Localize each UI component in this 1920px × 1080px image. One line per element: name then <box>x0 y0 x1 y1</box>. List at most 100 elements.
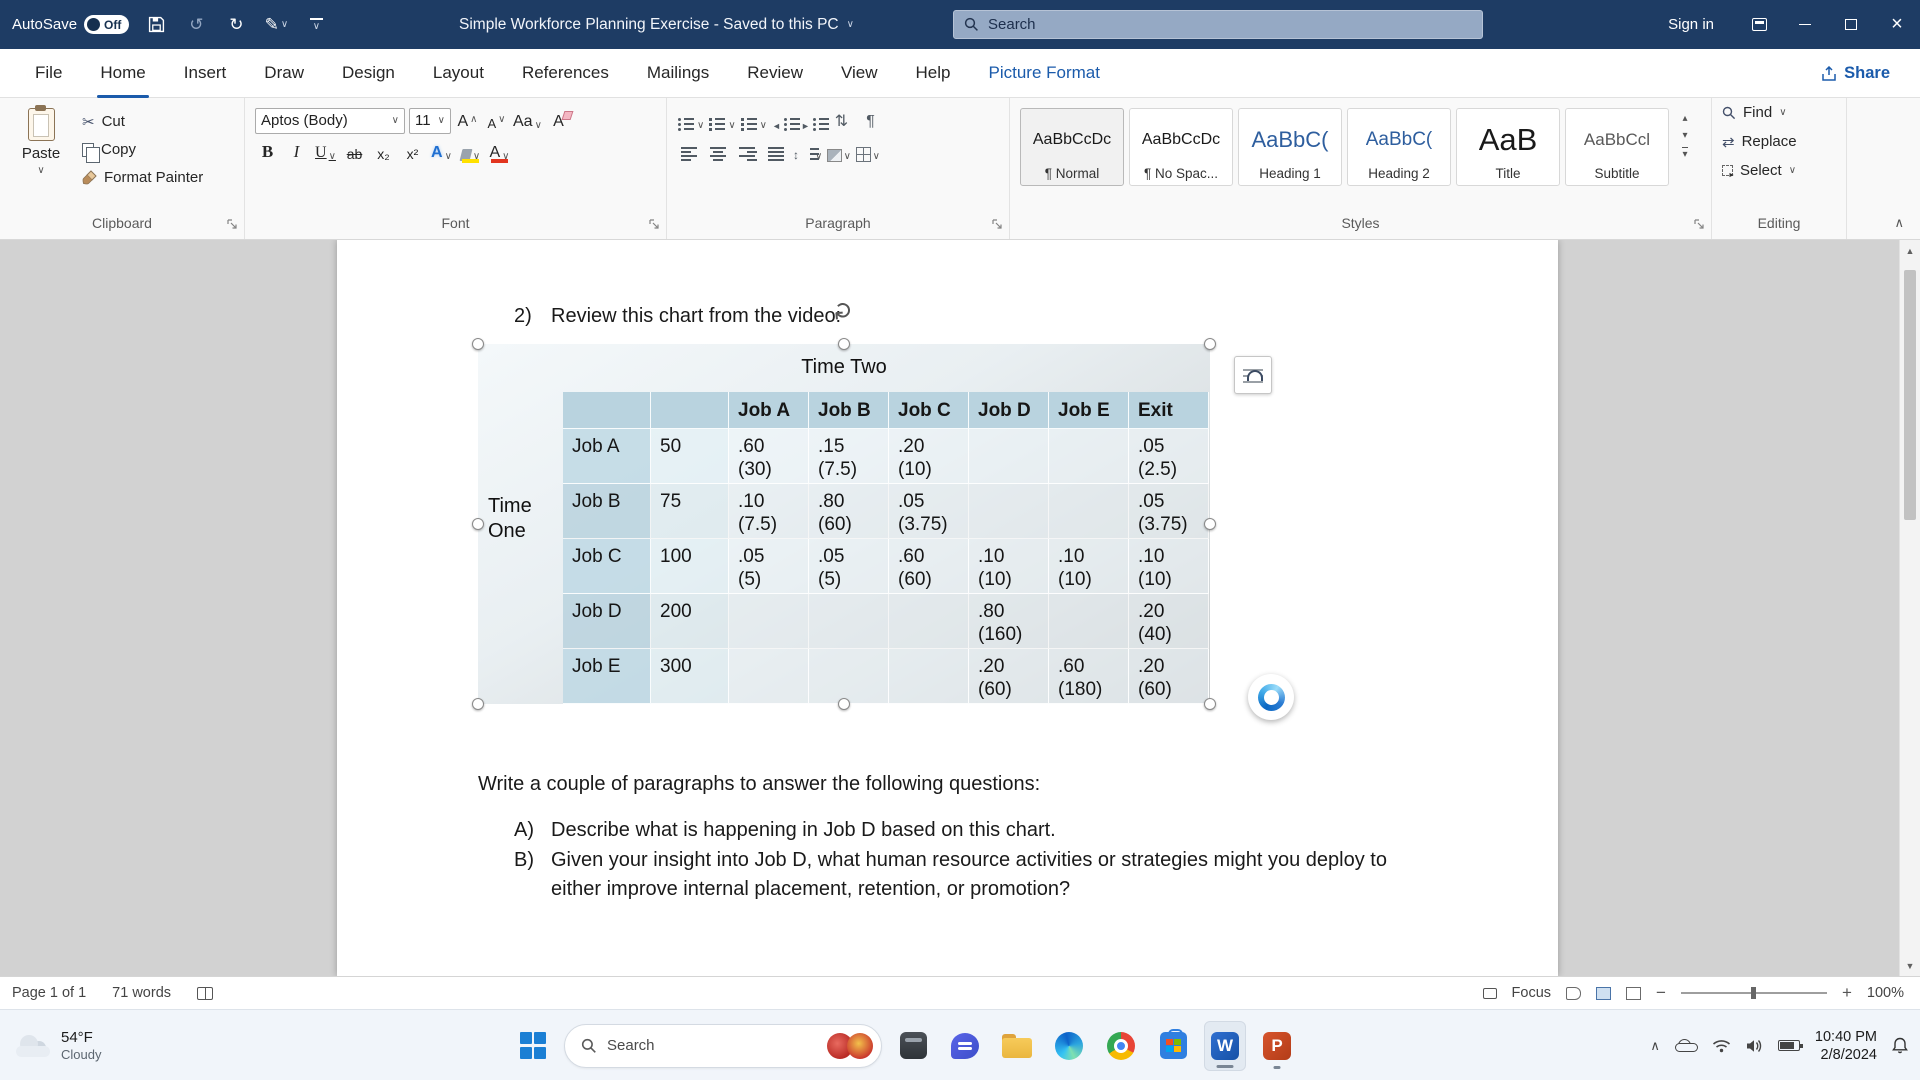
taskbar-app-word[interactable]: W <box>1204 1020 1246 1071</box>
notifications-bell-icon[interactable] <box>1892 1037 1908 1054</box>
decrease-indent-button[interactable]: ◄ <box>771 107 800 134</box>
battery-icon[interactable] <box>1777 1040 1803 1051</box>
print-layout-button[interactable] <box>1596 986 1612 1000</box>
save-button[interactable] <box>143 10 169 40</box>
resize-handle-bottom-right[interactable] <box>1204 698 1216 710</box>
read-mode-button[interactable] <box>1566 986 1582 1000</box>
tab-layout[interactable]: Layout <box>414 49 503 98</box>
grow-font-button[interactable]: A ∧ <box>455 107 480 134</box>
tab-draw[interactable]: Draw <box>245 49 323 98</box>
styles-dialog-launcher[interactable] <box>1694 219 1705 230</box>
style-subtitle[interactable]: AaBbCcl Subtitle <box>1565 108 1669 186</box>
paragraph-dialog-launcher[interactable] <box>992 219 1003 230</box>
tab-review[interactable]: Review <box>728 49 822 98</box>
resize-handle-top-left[interactable] <box>472 338 484 350</box>
styles-scroll-up-button[interactable]: ▴ <box>1682 113 1687 124</box>
web-layout-button[interactable] <box>1626 986 1642 1000</box>
copy-button[interactable]: Copy <box>82 137 203 163</box>
document-title[interactable]: Simple Workforce Planning Exercise - Sav… <box>459 0 854 49</box>
font-color-button[interactable]: A ∨ <box>487 138 512 165</box>
vertical-scrollbar[interactable]: ▲ ▼ <box>1899 240 1920 976</box>
styles-more-button[interactable]: ▾ <box>1682 147 1688 160</box>
paste-button[interactable]: Paste ∨ <box>10 105 72 215</box>
tab-references[interactable]: References <box>503 49 628 98</box>
style-heading-1[interactable]: AaBbC( Heading 1 <box>1238 108 1342 186</box>
onedrive-icon[interactable] <box>1674 1039 1698 1052</box>
tab-help[interactable]: Help <box>897 49 970 98</box>
resize-handle-top-right[interactable] <box>1204 338 1216 350</box>
zoom-slider[interactable] <box>1680 986 1827 999</box>
shrink-font-button[interactable]: A ∨ <box>484 107 509 134</box>
layout-options-button[interactable] <box>1234 356 1272 394</box>
superscript-button[interactable]: x² <box>400 138 425 165</box>
taskbar-app-powerpoint[interactable]: P <box>1256 1021 1298 1071</box>
style-normal[interactable]: AaBbCcDc ¶ Normal <box>1020 108 1124 186</box>
customize-quick-access-button[interactable]: ∨ <box>303 10 329 40</box>
increase-indent-button[interactable]: ► <box>800 107 829 134</box>
style-heading-2[interactable]: AaBbC( Heading 2 <box>1347 108 1451 186</box>
numbered-list-button[interactable]: ∨ <box>708 107 736 134</box>
style-no-spacing[interactable]: AaBbCcDc ¶ No Spac... <box>1129 108 1233 186</box>
clipboard-dialog-launcher[interactable] <box>227 219 238 230</box>
subscript-button[interactable]: x₂ <box>371 138 396 165</box>
multilevel-list-button[interactable]: ∨ <box>740 107 767 134</box>
ink-tool-button[interactable]: ✎ ∨ <box>263 10 289 40</box>
selected-chart-image[interactable]: Time Two Time One Job A Job B Job C Job D Jo… <box>472 299 1294 720</box>
weather-widget[interactable]: 54°F Cloudy <box>16 1010 101 1080</box>
zoom-out-button[interactable]: − <box>1656 983 1666 1003</box>
zoom-level[interactable]: 100% <box>1867 985 1904 1001</box>
page-indicator[interactable]: Page 1 of 1 <box>12 985 86 1001</box>
resize-handle-bottom-left[interactable] <box>472 698 484 710</box>
page[interactable]: 2) Review this chart from the video: Tim… <box>337 240 1558 976</box>
proofing-icon[interactable] <box>197 986 214 1000</box>
taskbar-app-edge[interactable] <box>1048 1021 1090 1071</box>
undo-button[interactable]: ↺ <box>183 10 209 40</box>
align-center-button[interactable] <box>706 138 731 165</box>
align-left-button[interactable] <box>677 138 702 165</box>
tab-home[interactable]: Home <box>81 49 164 98</box>
change-case-button[interactable]: Aa ∨ <box>513 107 542 134</box>
sign-in-button[interactable]: Sign in <box>1646 0 1736 49</box>
align-right-button[interactable] <box>735 138 760 165</box>
word-count[interactable]: 71 words <box>112 985 171 1001</box>
bullet-list-button[interactable]: ∨ <box>677 107 704 134</box>
strikethrough-button[interactable]: ab <box>342 138 367 165</box>
zoom-in-button[interactable]: + <box>1842 983 1852 1003</box>
taskbar-app-file-explorer[interactable] <box>996 1021 1038 1071</box>
font-dialog-launcher[interactable] <box>649 219 660 230</box>
tab-picture-format[interactable]: Picture Format <box>970 49 1119 98</box>
rotate-handle[interactable]: ↻ <box>829 299 860 322</box>
show-paragraph-marks-button[interactable]: ¶ <box>858 107 883 134</box>
highlight-color-button[interactable]: ∨ <box>458 138 483 165</box>
line-spacing-button[interactable]: ↕ ∨ <box>793 138 822 165</box>
wifi-icon[interactable] <box>1712 1039 1731 1053</box>
resize-handle-middle-left[interactable] <box>472 518 484 530</box>
styles-sc roll-down-button[interactable]: ▾ <box>1682 130 1687 141</box>
copilot-button[interactable] <box>1248 674 1294 720</box>
scroll-down-arrow[interactable]: ▼ <box>1900 955 1920 976</box>
titlebar-search-box[interactable]: Search <box>953 10 1483 39</box>
underline-button[interactable]: U ∨ <box>313 138 338 165</box>
resize-handle-top-middle[interactable] <box>838 338 850 350</box>
scrollbar-thumb[interactable] <box>1904 270 1916 520</box>
autosave-toggle[interactable]: AutoSave Off <box>12 15 130 34</box>
redo-button[interactable]: ↻ <box>223 10 249 40</box>
text-effects-button[interactable]: A ∨ <box>429 138 454 165</box>
cut-button[interactable]: ✂ Cut <box>82 109 203 134</box>
bold-button[interactable]: B <box>255 138 280 165</box>
format-painter-button[interactable]: Format Painter <box>82 165 203 190</box>
zoom-slider-thumb[interactable] <box>1750 986 1756 999</box>
replace-button[interactable]: ⇄ Replace <box>1722 129 1836 154</box>
taskbar-app-dark-window[interactable] <box>892 1021 934 1071</box>
collapse-ribbon-button[interactable]: ∧ <box>1894 215 1904 231</box>
start-button[interactable] <box>512 1021 554 1071</box>
scroll-up-arrow[interactable]: ▲ <box>1900 240 1920 261</box>
tab-mailings[interactable]: Mailings <box>628 49 728 98</box>
taskbar-clock[interactable]: 10:40 PM 2/8/2024 <box>1815 1028 1877 1064</box>
maximize-button[interactable] <box>1828 0 1874 49</box>
borders-button[interactable]: ∨ <box>855 138 880 165</box>
clear-formatting-button[interactable]: A <box>546 107 571 134</box>
shading-button[interactable]: ∨ <box>826 138 851 165</box>
volume-icon[interactable] <box>1746 1039 1763 1053</box>
tab-file[interactable]: File <box>16 49 81 98</box>
